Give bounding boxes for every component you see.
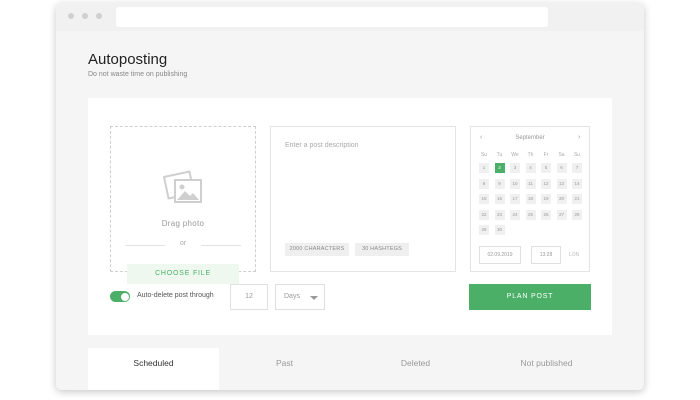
- calendar-day[interactable]: 26: [541, 209, 551, 220]
- calendar-day[interactable]: 19: [541, 194, 551, 204]
- calendar-day-selected[interactable]: 2: [494, 163, 505, 173]
- toggle-knob: [120, 292, 129, 301]
- weekday-label: Su: [480, 152, 488, 158]
- calendar-day[interactable]: 6: [556, 163, 567, 173]
- calendar-day[interactable]: 20: [556, 194, 567, 204]
- title-bar: [56, 3, 644, 31]
- weekday-label: Fr: [543, 152, 549, 158]
- choose-file-button[interactable]: CHOOSE FILE: [127, 264, 239, 284]
- browser-window: Autoposting Do not waste time on publish…: [56, 3, 644, 390]
- chevron-down-icon: [310, 296, 318, 300]
- calendar-day[interactable]: 28: [572, 209, 582, 220]
- or-label: or: [179, 240, 187, 247]
- address-bar[interactable]: [116, 7, 548, 27]
- calendar-day[interactable]: 27: [556, 209, 567, 220]
- auto-delete-toggle[interactable]: [110, 291, 130, 302]
- post-composer-panel: Drag photo or CHOOSE FILE Enter a post d…: [88, 98, 612, 335]
- calendar-day[interactable]: 7: [572, 163, 582, 173]
- page-subtitle: Do not waste time on publishing: [88, 71, 188, 78]
- drag-photo-label: Drag photo: [161, 219, 205, 228]
- calendar-day[interactable]: 9: [494, 178, 505, 189]
- calendar-month: September: [515, 135, 545, 141]
- calendar-day[interactable]: 29: [479, 225, 489, 235]
- tab-past[interactable]: Past: [219, 348, 350, 390]
- image-gallery-icon: [162, 169, 205, 212]
- date-input[interactable]: 02.09.2019: [479, 246, 521, 264]
- calendar-day[interactable]: 17: [510, 194, 520, 204]
- characters-limit-chip: 2000 CHARACTERS: [285, 243, 349, 256]
- tab-scheduled[interactable]: Scheduled: [88, 348, 219, 390]
- auto-delete-unit-select[interactable]: Days: [275, 284, 325, 310]
- calendar-day[interactable]: 1: [479, 163, 489, 173]
- calendar-day[interactable]: 23: [494, 209, 505, 220]
- calendar-day[interactable]: 4: [525, 163, 536, 173]
- window-close-dot[interactable]: [68, 13, 74, 19]
- date-picker: ‹ September › Su Tu We Th Fr Sa Su 1 2 3 4 5 6 7 8 9 10…: [470, 126, 590, 272]
- weekday-label: We: [511, 152, 519, 158]
- post-description-input[interactable]: Enter a post description 2000 CHARACTERS…: [270, 126, 456, 272]
- calendar-day[interactable]: 10: [510, 178, 520, 189]
- calendar-day[interactable]: 24: [510, 209, 520, 220]
- unit-value: Days: [284, 293, 300, 300]
- weekday-label: Th: [527, 152, 534, 158]
- calendar-day[interactable]: 5: [541, 163, 551, 173]
- description-placeholder: Enter a post description: [285, 142, 359, 149]
- window-zoom-dot[interactable]: [96, 13, 102, 19]
- auto-delete-amount-input[interactable]: 12: [230, 284, 268, 310]
- calendar-day[interactable]: 25: [525, 209, 536, 220]
- plan-post-button[interactable]: PLAN POST: [469, 284, 591, 310]
- calendar-day[interactable]: 30: [494, 225, 505, 235]
- calendar-day[interactable]: 8: [479, 178, 489, 189]
- calendar-day[interactable]: 16: [494, 194, 505, 204]
- time-input[interactable]: 13:28: [531, 246, 561, 264]
- calendar-day[interactable]: 12: [541, 178, 551, 189]
- post-status-tabs: Scheduled Past Deleted Not published: [88, 348, 612, 390]
- hashtags-limit-chip: 30 HASHTEGS: [355, 243, 409, 256]
- calendar-day[interactable]: 22: [479, 209, 489, 220]
- calendar-day[interactable]: 15: [479, 194, 489, 204]
- window-minimize-dot[interactable]: [82, 13, 88, 19]
- next-month-icon[interactable]: ›: [578, 134, 580, 141]
- calendar-day[interactable]: 13: [556, 178, 567, 189]
- weekday-label: Tu: [496, 152, 503, 158]
- page-title: Autoposting: [88, 51, 168, 68]
- calendar-day[interactable]: 14: [572, 178, 582, 189]
- calendar-day[interactable]: 18: [525, 194, 536, 204]
- photo-dropzone[interactable]: Drag photo or CHOOSE FILE: [110, 126, 256, 284]
- calendar-day[interactable]: 21: [572, 194, 582, 204]
- weekday-label: Su: [573, 152, 581, 158]
- timezone-label: LON: [569, 252, 580, 258]
- tab-deleted[interactable]: Deleted: [350, 348, 481, 390]
- calendar-day[interactable]: 3: [510, 163, 520, 173]
- auto-delete-label: Auto-delete post through: [137, 292, 214, 299]
- weekday-label: Sa: [558, 152, 565, 158]
- calendar-day[interactable]: 11: [525, 178, 536, 189]
- tab-not-published[interactable]: Not published: [481, 348, 612, 390]
